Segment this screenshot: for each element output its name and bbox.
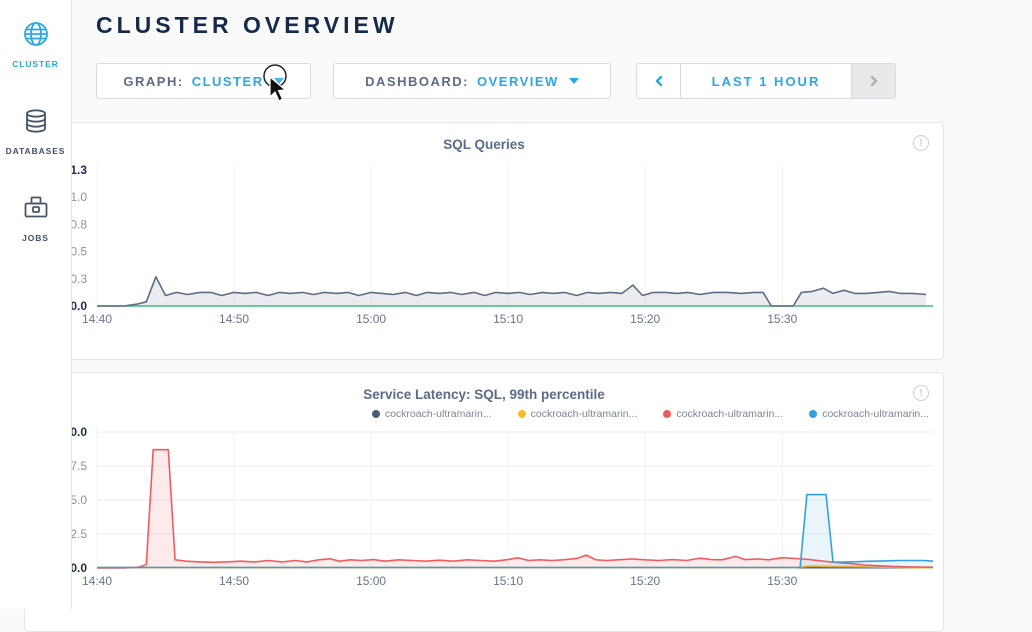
svg-text:0.3: 0.3 [70,272,87,286]
svg-text:0.5: 0.5 [70,245,87,259]
svg-text:15:30: 15:30 [767,312,797,326]
graph-dropdown[interactable]: GRAPH: CLUSTER [96,63,311,99]
svg-text:5.0: 5.0 [70,493,87,507]
sidebar: CLUSTER DATABASES JOBS [0,0,72,609]
graph-dropdown-value: CLUSTER [192,74,264,89]
sidebar-item-label: JOBS [22,233,49,243]
legend-dot [518,410,526,418]
sidebar-item-label: DATABASES [6,146,66,156]
chart-title: Service Latency: SQL, 99th percentile [25,373,943,402]
svg-text:1.0: 1.0 [70,190,87,204]
time-range-label[interactable]: LAST 1 HOUR [681,64,851,98]
svg-text:15:00: 15:00 [356,312,386,326]
legend-dot [372,410,380,418]
dashboard-dropdown[interactable]: DASHBOARD: OVERVIEW [333,63,611,99]
controls-row: GRAPH: CLUSTER DASHBOARD: OVERVIEW LAST … [96,63,1032,99]
sql-queries-chart: 0.0 0.3 0.5 0.8 1.0 1.3 14:40 14:50 15:00 15:10 15… [25,160,943,343]
databases-icon [22,107,50,140]
service-latency-chart: 0.02.55.07.510.014:4014:5015:0015:1015:2… [25,422,943,605]
svg-text:7.5: 7.5 [70,459,87,473]
svg-text:15:20: 15:20 [630,312,660,326]
svg-text:14:50: 14:50 [219,312,249,326]
page-title: CLUSTER OVERVIEW [96,12,1032,39]
svg-text:14:50: 14:50 [219,574,249,588]
sidebar-item-databases[interactable]: DATABASES [0,101,71,174]
svg-text:0.0: 0.0 [70,299,87,313]
time-range-selector: LAST 1 HOUR [636,63,896,99]
legend-item[interactable]: cockroach-ultramarin... [663,408,783,420]
graph-dropdown-label: GRAPH: [123,74,183,89]
chevron-down-icon [274,78,284,84]
chart-title: SQL Queries [25,123,943,152]
dashboard-dropdown-label: DASHBOARD: [365,74,469,89]
svg-text:1.3: 1.3 [70,163,87,177]
chevron-down-icon [569,78,579,84]
globe-icon [22,20,50,53]
sidebar-item-cluster[interactable]: CLUSTER [0,14,71,87]
svg-text:15:10: 15:10 [493,574,523,588]
svg-text:2.5: 2.5 [70,527,87,541]
svg-text:15:20: 15:20 [630,574,660,588]
service-latency-card: Service Latency: SQL, 99th percentile ! … [24,372,944,632]
legend-dot [809,410,817,418]
sidebar-item-label: CLUSTER [12,59,58,69]
legend-item[interactable]: cockroach-ultramarin... [809,408,929,420]
svg-text:0.8: 0.8 [70,217,87,231]
jobs-icon [22,194,50,227]
chart-legend: cockroach-ultramarin... cockroach-ultram… [25,402,943,420]
sql-queries-card: SQL Queries ! 0.0 0.3 0.5 0.8 1.0 1.3 14:40 14:… [24,122,944,360]
dashboard-dropdown-value: OVERVIEW [477,74,559,89]
chevron-right-icon [867,74,881,88]
sidebar-item-jobs[interactable]: JOBS [0,188,71,261]
legend-dot [663,410,671,418]
time-range-next-button[interactable] [851,64,895,98]
legend-item[interactable]: cockroach-ultramarin... [518,408,638,420]
legend-item[interactable]: cockroach-ultramarin... [372,408,492,420]
svg-text:14:40: 14:40 [82,312,112,326]
svg-text:15:10: 15:10 [493,312,523,326]
time-range-prev-button[interactable] [637,64,681,98]
svg-text:14:40: 14:40 [82,574,112,588]
svg-text:15:30: 15:30 [767,574,797,588]
info-icon[interactable]: ! [913,135,929,151]
chevron-left-icon [652,74,666,88]
info-icon[interactable]: ! [913,385,929,401]
svg-text:0.0: 0.0 [70,561,87,575]
svg-text:15:00: 15:00 [356,574,386,588]
